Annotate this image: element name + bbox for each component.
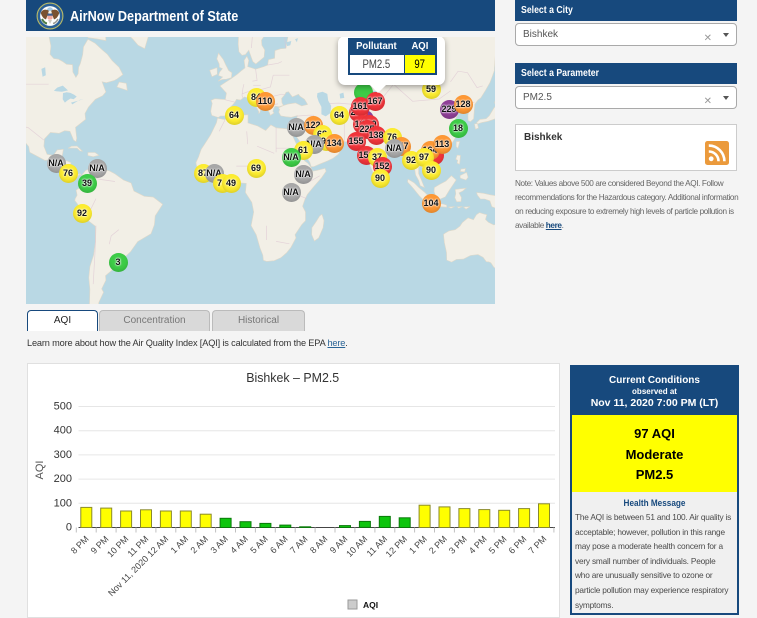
svg-text:6 AM: 6 AM [268, 534, 290, 556]
svg-text:7 PM: 7 PM [526, 534, 548, 556]
svg-text:200: 200 [54, 473, 72, 485]
svg-text:1 PM: 1 PM [407, 534, 429, 556]
svg-text:5 AM: 5 AM [248, 534, 270, 556]
svg-text:AQI: AQI [34, 461, 46, 480]
svg-text:10 AM: 10 AM [344, 534, 369, 559]
svg-text:0: 0 [66, 522, 72, 534]
svg-text:3 PM: 3 PM [447, 534, 469, 556]
svg-text:8 PM: 8 PM [69, 534, 91, 556]
svg-text:7 AM: 7 AM [288, 534, 310, 556]
svg-text:300: 300 [54, 449, 72, 461]
svg-text:1 AM: 1 AM [169, 534, 191, 556]
svg-text:Bishkek – PM2.5: Bishkek – PM2.5 [246, 370, 339, 385]
svg-text:2 AM: 2 AM [189, 534, 211, 556]
svg-text:10 PM: 10 PM [105, 534, 130, 559]
svg-text:500: 500 [54, 401, 72, 413]
svg-text:4 AM: 4 AM [228, 534, 250, 556]
svg-text:AQI: AQI [363, 600, 378, 610]
svg-text:4 PM: 4 PM [467, 534, 489, 556]
svg-text:400: 400 [54, 425, 72, 437]
svg-text:100: 100 [54, 497, 72, 509]
svg-text:6 PM: 6 PM [507, 534, 529, 556]
svg-text:3 AM: 3 AM [208, 534, 230, 556]
svg-text:5 PM: 5 PM [487, 534, 509, 556]
svg-text:12 PM: 12 PM [384, 534, 409, 559]
svg-text:8 AM: 8 AM [308, 534, 330, 556]
svg-text:2 PM: 2 PM [427, 534, 449, 556]
